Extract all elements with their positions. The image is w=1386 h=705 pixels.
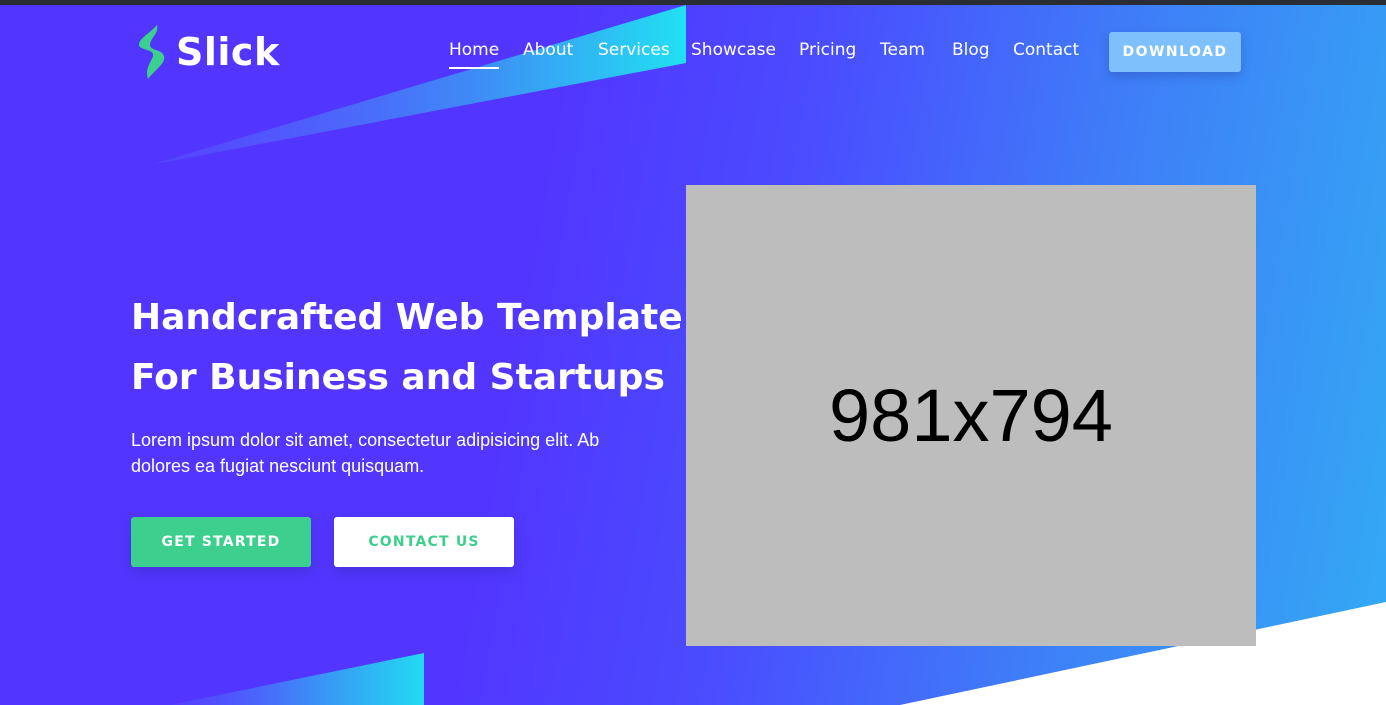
nav-blog[interactable]: Blog [952, 40, 990, 60]
hero-image-placeholder: 981x794 [686, 185, 1256, 646]
get-started-button[interactable]: GET STARTED [131, 517, 311, 567]
hero-title-line1: Handcrafted Web Template [131, 297, 683, 338]
nav-home[interactable]: Home [449, 40, 500, 69]
placeholder-dimensions: 981x794 [829, 374, 1113, 457]
nav-showcase[interactable]: Showcase [691, 40, 776, 60]
nav-pricing[interactable]: Pricing [799, 40, 856, 60]
hero-title-line2: For Business and Startups [131, 357, 665, 398]
contact-us-button[interactable]: CONTACT US [334, 517, 514, 567]
nav-about[interactable]: About [523, 40, 573, 60]
hero-title: Handcrafted Web Template For Business an… [131, 288, 691, 408]
nav-team[interactable]: Team [880, 40, 925, 60]
logo[interactable]: Slick [132, 23, 280, 81]
bolt-icon [138, 25, 165, 79]
hero-subtitle: Lorem ipsum dolor sit amet, consectetur … [131, 430, 600, 476]
nav-services[interactable]: Services [598, 40, 670, 60]
download-button[interactable]: DOWNLOAD [1109, 32, 1241, 72]
brand-name: Slick [176, 30, 280, 74]
bottom-decor-shape [170, 653, 424, 705]
nav-contact[interactable]: Contact [1013, 40, 1079, 60]
hero-section: Slick Home About Services Showcase Prici… [0, 5, 1386, 705]
